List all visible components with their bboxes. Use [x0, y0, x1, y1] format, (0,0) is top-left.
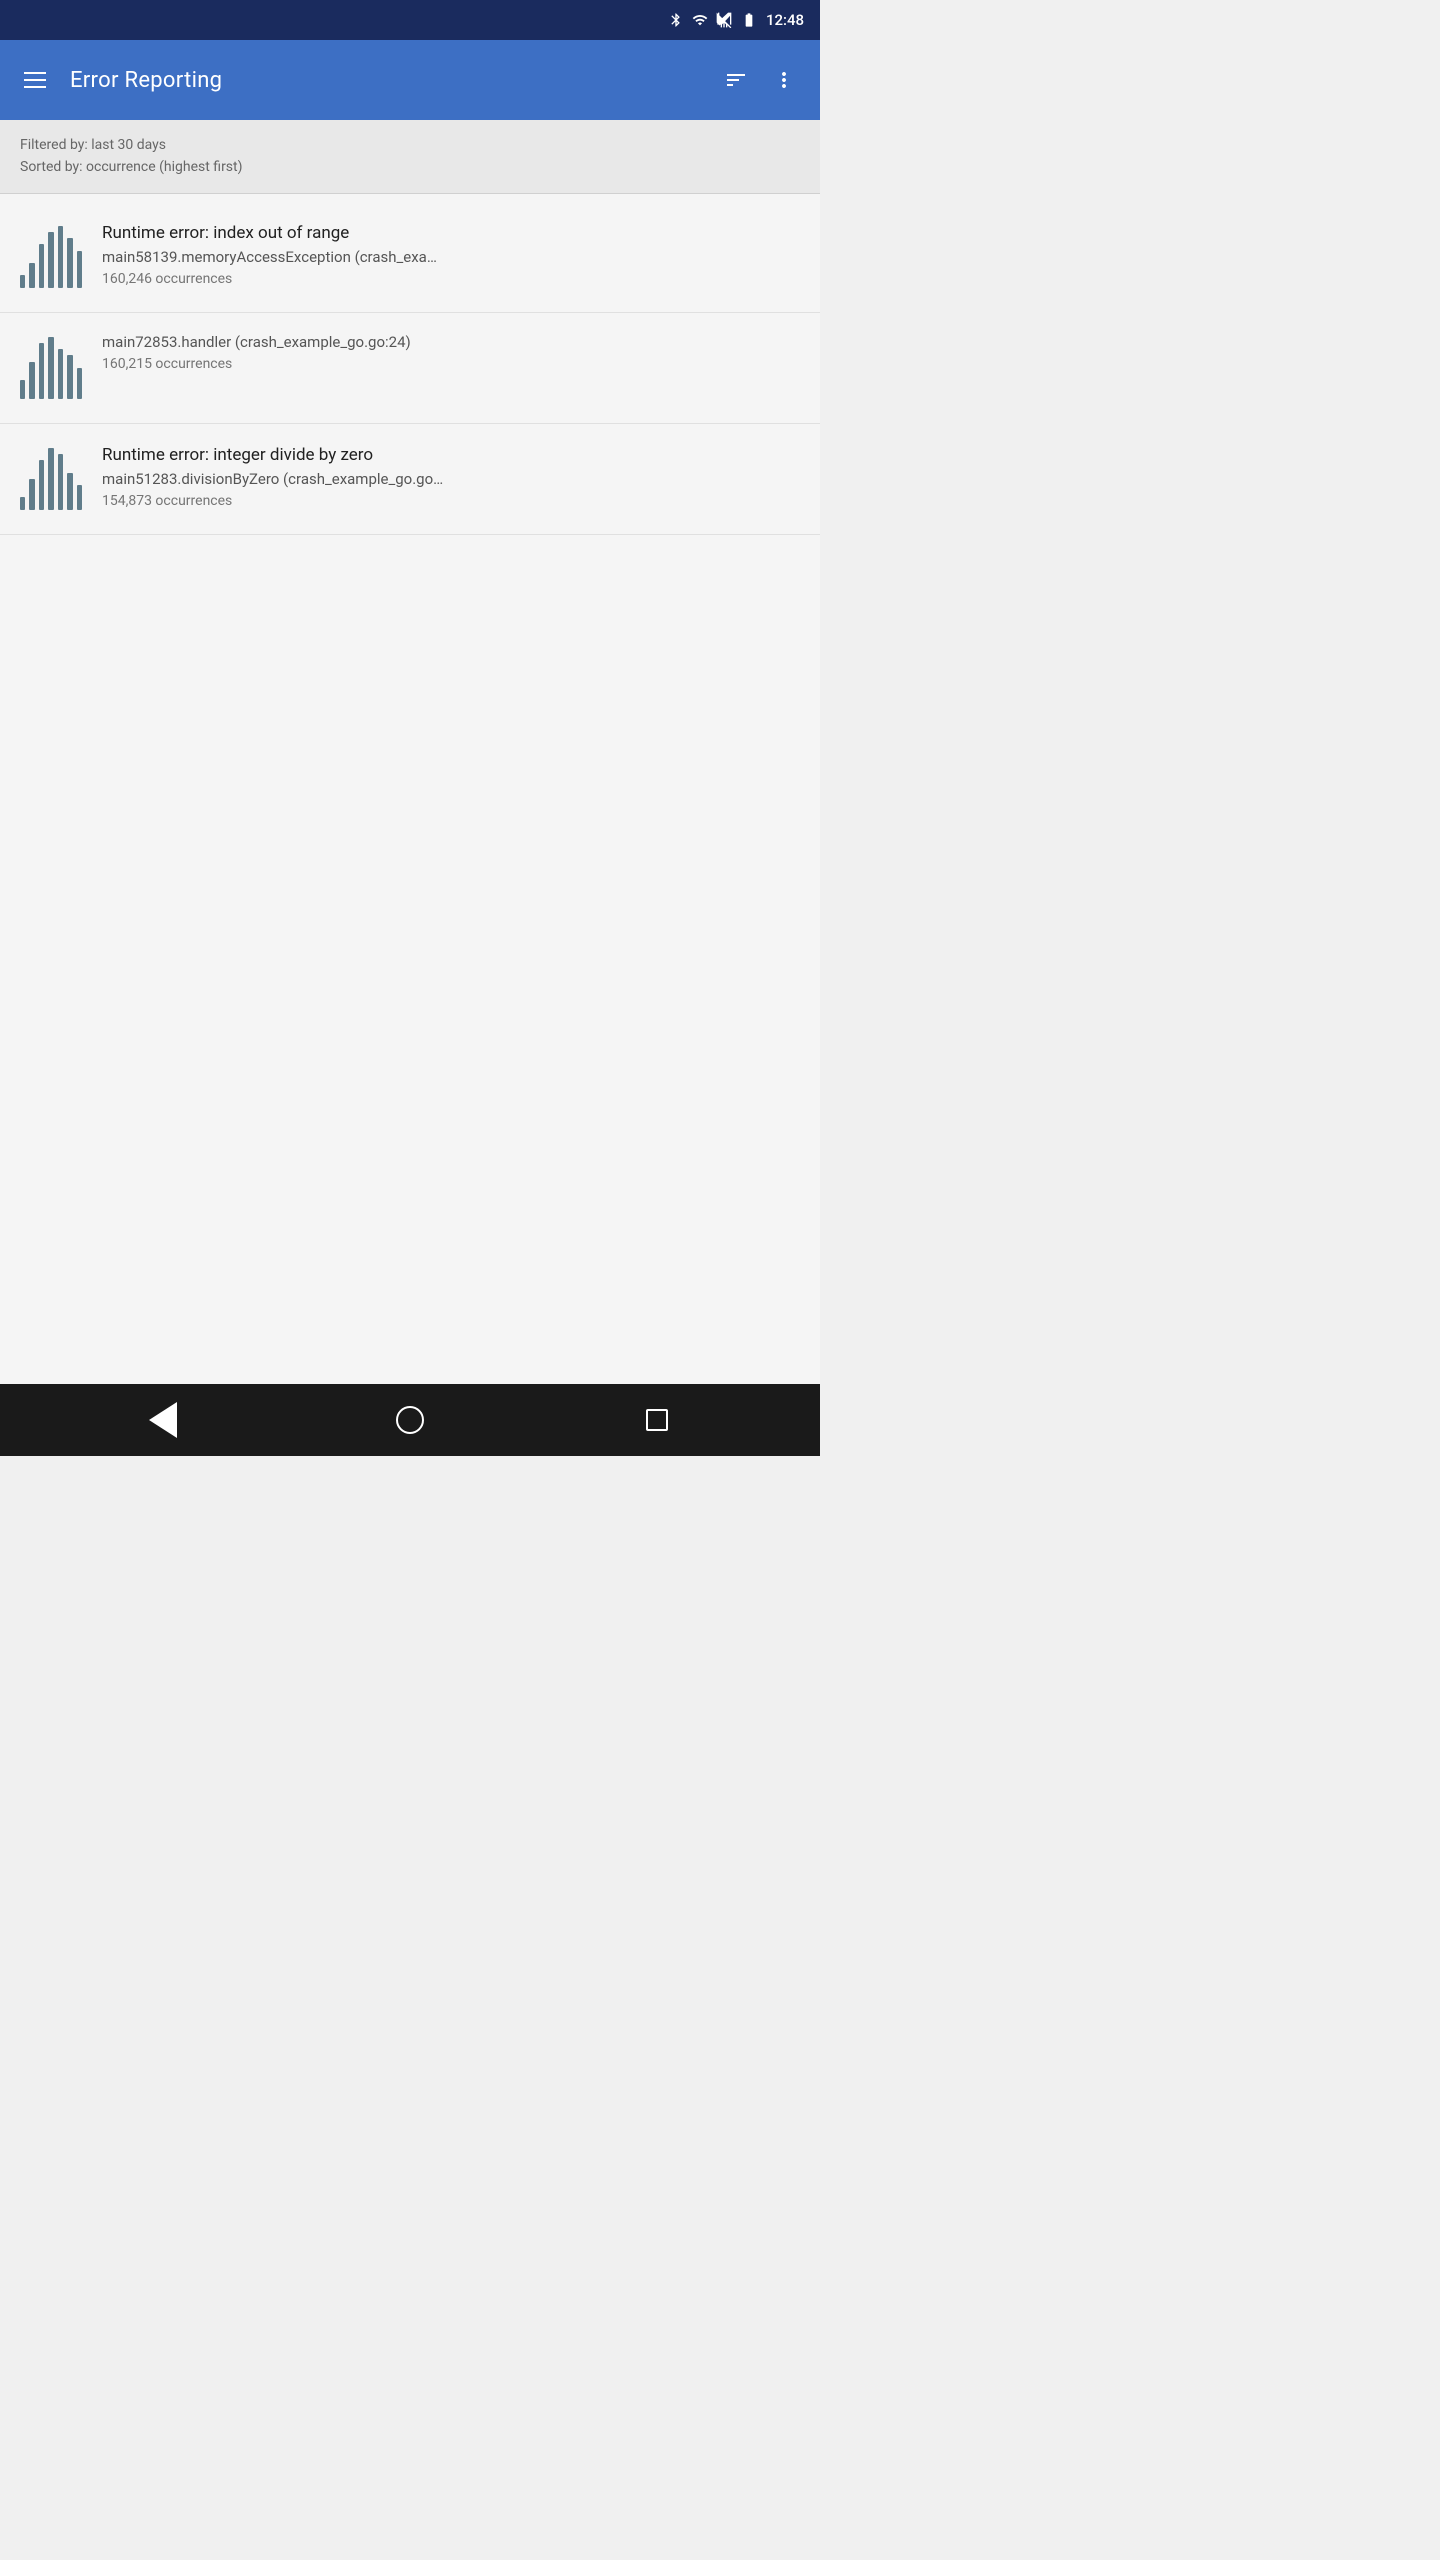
error-chart-1 [16, 222, 86, 292]
menu-line-2 [24, 79, 46, 81]
error-content-3: Runtime error: integer divide by zero ma… [102, 444, 804, 510]
menu-button[interactable] [16, 64, 54, 96]
error-item-1[interactable]: Runtime error: index out of range main58… [0, 202, 820, 313]
nav-recents-button[interactable] [632, 1395, 682, 1445]
nav-back-button[interactable] [138, 1395, 188, 1445]
status-icons: 12:48 [668, 11, 804, 29]
status-bar: 12:48 [0, 0, 820, 40]
error-chart-3 [16, 444, 86, 514]
app-bar-actions [716, 60, 804, 100]
error-title-3: Runtime error: integer divide by zero [102, 444, 804, 466]
error-occurrences-2: 160,215 occurrences [102, 356, 804, 372]
bar-4 [48, 448, 53, 510]
error-chart-2 [16, 333, 86, 403]
bar-4 [48, 232, 53, 288]
error-item-2[interactable]: main72853.handler (crash_example_go.go:2… [0, 313, 820, 424]
signal-icon [716, 12, 732, 28]
bar-6 [67, 473, 72, 510]
error-occurrences-1: 160,246 occurrences [102, 271, 804, 287]
bar-7 [77, 251, 82, 288]
bar-2 [29, 263, 34, 288]
bar-5 [58, 454, 63, 510]
nav-bar [0, 1384, 820, 1456]
battery-icon [740, 12, 758, 28]
error-content-2: main72853.handler (crash_example_go.go:2… [102, 333, 804, 373]
bar-1 [20, 380, 25, 399]
wifi-icon [692, 12, 708, 28]
menu-line-3 [24, 86, 46, 88]
bar-1 [20, 497, 25, 509]
bar-7 [77, 368, 82, 399]
home-icon [396, 1406, 424, 1434]
bar-3 [39, 343, 44, 399]
bar-6 [67, 238, 72, 288]
error-subtitle-3: main51283.divisionByZero (crash_example_… [102, 470, 804, 490]
more-options-button[interactable] [764, 60, 804, 100]
bar-1 [20, 275, 25, 287]
status-time: 12:48 [766, 11, 804, 29]
bar-3 [39, 244, 44, 287]
bar-2 [29, 479, 34, 510]
bar-5 [58, 226, 63, 288]
back-icon [149, 1402, 177, 1438]
error-subtitle-1: main58139.memoryAccessException (crash_e… [102, 248, 804, 268]
bar-3 [39, 460, 44, 510]
menu-line-1 [24, 72, 46, 74]
filter-line-1: Filtered by: last 30 days [20, 134, 800, 156]
bar-2 [29, 362, 34, 399]
error-title-1: Runtime error: index out of range [102, 222, 804, 244]
filter-info-bar: Filtered by: last 30 days Sorted by: occ… [0, 120, 820, 194]
error-subtitle-2: main72853.handler (crash_example_go.go:2… [102, 333, 804, 353]
app-bar: Error Reporting [0, 40, 820, 120]
bar-4 [48, 337, 53, 399]
bar-5 [58, 349, 63, 399]
recents-icon [646, 1409, 668, 1431]
error-list: Runtime error: index out of range main58… [0, 194, 820, 1384]
sort-line: Sorted by: occurrence (highest first) [20, 156, 800, 178]
app-title: Error Reporting [70, 68, 700, 93]
error-content-1: Runtime error: index out of range main58… [102, 222, 804, 288]
bluetooth-icon [668, 12, 684, 28]
bar-6 [67, 355, 72, 398]
filter-button[interactable] [716, 60, 756, 100]
error-item-3[interactable]: Runtime error: integer divide by zero ma… [0, 424, 820, 535]
bar-7 [77, 485, 82, 510]
error-occurrences-3: 154,873 occurrences [102, 493, 804, 509]
nav-home-button[interactable] [385, 1395, 435, 1445]
